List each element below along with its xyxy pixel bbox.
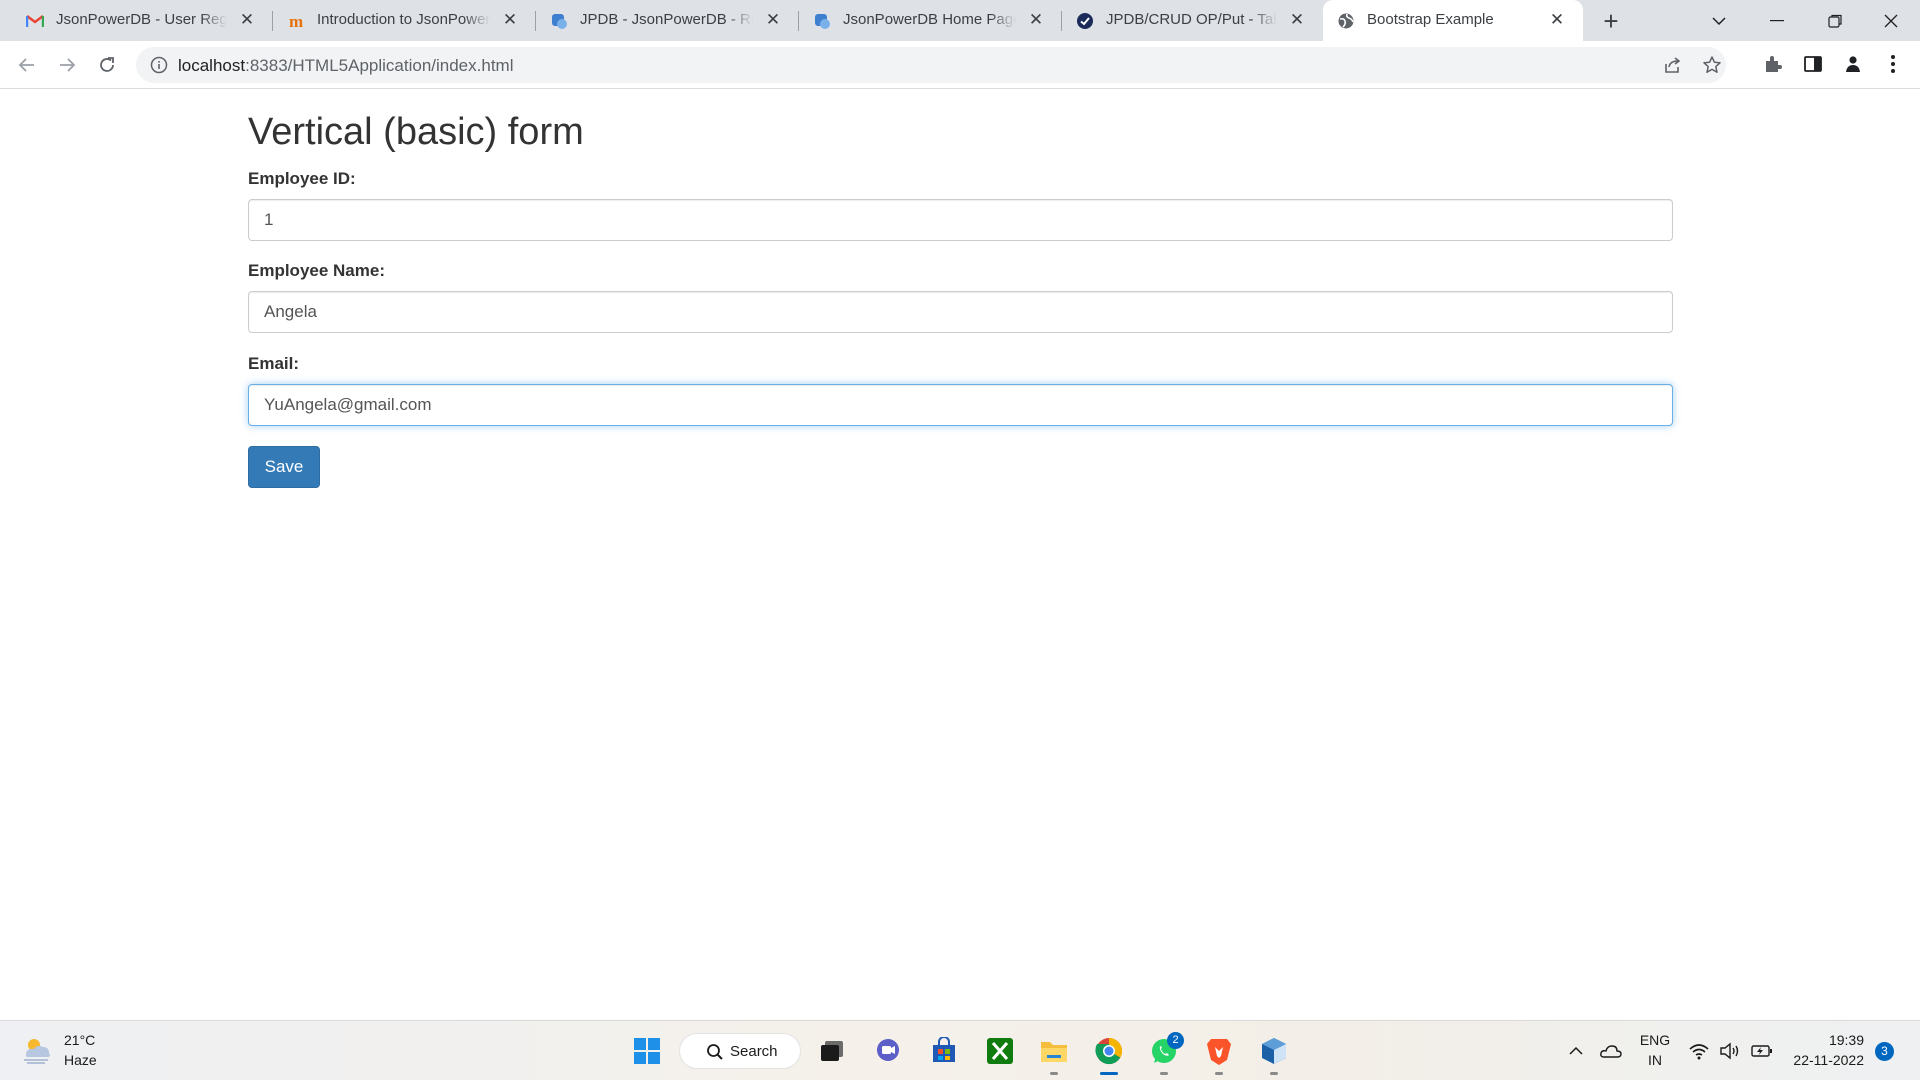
restore-icon — [1828, 14, 1842, 28]
battery-charging-icon[interactable] — [1749, 1034, 1775, 1068]
weather-description[interactable]: Haze — [64, 1052, 97, 1068]
arrow-right-icon — [60, 58, 76, 72]
language-indicator-top[interactable]: ENG — [1638, 1032, 1672, 1048]
close-window-button[interactable] — [1862, 0, 1920, 41]
weather-haze-icon[interactable] — [20, 1035, 54, 1065]
close-icon[interactable]: ✕ — [237, 10, 257, 30]
employee-id-label: Employee ID: — [248, 169, 356, 188]
wifi-icon[interactable] — [1686, 1034, 1712, 1068]
browser-toolbar: localhost:8383/HTML5Application/index.ht… — [0, 41, 1920, 89]
search-icon — [706, 1043, 724, 1066]
file-explorer-icon[interactable] — [1037, 1034, 1071, 1068]
minimize-button[interactable] — [1748, 0, 1806, 41]
close-icon[interactable]: ✕ — [500, 10, 520, 30]
tab-jpdb-rest[interactable]: JPDB - JsonPowerDB - REST ✕ — [536, 0, 799, 41]
reload-button[interactable] — [92, 50, 122, 80]
side-panel-icon[interactable] — [1800, 51, 1826, 77]
chevron-down-icon — [1712, 16, 1726, 25]
weather-temperature[interactable]: 21°C — [64, 1032, 95, 1048]
windows-taskbar: 21°C Haze Search 2 ENG IN 19:39 22-11-20… — [0, 1020, 1920, 1080]
new-tab-button[interactable]: + — [1597, 7, 1625, 35]
extensions-icon[interactable] — [1760, 51, 1786, 77]
back-button[interactable] — [12, 50, 42, 80]
chrome-icon[interactable] — [1092, 1034, 1126, 1068]
running-indicator — [1215, 1072, 1223, 1075]
email-label: Email: — [248, 354, 300, 373]
close-icon — [1884, 14, 1898, 27]
restore-button[interactable] — [1806, 0, 1864, 41]
tab-title: JsonPowerDB Home Page — [843, 11, 1016, 28]
globe-icon — [1337, 12, 1355, 30]
close-icon[interactable]: ✕ — [763, 10, 783, 30]
windows-start-icon[interactable] — [630, 1034, 664, 1068]
whatsapp-badge: 2 — [1167, 1032, 1184, 1049]
running-indicator — [1050, 1072, 1058, 1075]
active-indicator — [1100, 1072, 1118, 1075]
xbox-icon[interactable] — [983, 1034, 1017, 1068]
notification-count-badge[interactable]: 3 — [1875, 1042, 1894, 1061]
virtualbox-icon[interactable] — [1257, 1034, 1291, 1068]
close-icon[interactable]: ✕ — [1026, 10, 1046, 30]
profile-icon[interactable] — [1840, 51, 1866, 77]
gmail-icon — [26, 12, 44, 30]
employee-id-input[interactable] — [248, 199, 1673, 241]
jpdb-icon — [550, 12, 568, 30]
brave-icon[interactable] — [1202, 1034, 1236, 1068]
microsoft-store-icon[interactable] — [927, 1034, 961, 1068]
teams-chat-icon[interactable] — [871, 1034, 905, 1068]
email-input[interactable] — [248, 384, 1673, 426]
tab-jpdb-crud-put[interactable]: JPDB/CRUD OP/Put - Talent ✕ — [1062, 0, 1323, 41]
reload-icon — [100, 57, 114, 72]
tab-jsonpowerdb-user-registration[interactable]: JsonPowerDB - User Registr ✕ — [0, 0, 273, 41]
tab-search-button[interactable] — [1690, 0, 1748, 41]
tab-title: JPDB/CRUD OP/Put - Talent — [1106, 11, 1277, 28]
running-indicator — [1270, 1072, 1278, 1075]
clock-time[interactable]: 19:39 — [1784, 1032, 1864, 1048]
close-icon[interactable]: ✕ — [1287, 10, 1307, 30]
tab-jsonpowerdb-home[interactable]: JsonPowerDB Home Page ✕ — [799, 0, 1062, 41]
close-icon[interactable]: ✕ — [1547, 10, 1567, 30]
running-indicator — [1160, 1072, 1168, 1075]
url-text: localhost:8383/HTML5Application/index.ht… — [178, 56, 513, 76]
tab-bootstrap-example[interactable]: Bootstrap Example ✕ — [1323, 0, 1583, 41]
chevron-up-icon[interactable] — [1563, 1034, 1589, 1068]
page-content: Vertical (basic) form Employee ID: Emplo… — [0, 89, 1920, 1020]
tab-title: Introduction to JsonPowerD — [317, 11, 490, 28]
menu-icon[interactable] — [1880, 51, 1906, 77]
page-title: Vertical (basic) form — [248, 111, 584, 153]
task-view-icon[interactable] — [815, 1034, 849, 1068]
minimize-icon — [1770, 19, 1784, 21]
tab-strip: JsonPowerDB - User Registr ✕ m Introduct… — [0, 0, 1920, 41]
share-icon[interactable] — [1663, 56, 1683, 79]
check-circle-icon — [1076, 12, 1094, 30]
hashnode-icon: m — [289, 12, 307, 30]
arrow-left-icon — [18, 58, 34, 72]
url-path: :8383/HTML5Application/index.html — [245, 56, 514, 75]
svg-text:m: m — [289, 13, 303, 29]
jpdb-icon — [813, 12, 831, 30]
tab-title: JsonPowerDB - User Registr — [56, 11, 227, 28]
taskbar-search[interactable]: Search — [679, 1033, 801, 1069]
tab-introduction-to-jsonpowerdb[interactable]: m Introduction to JsonPowerD ✕ — [273, 0, 536, 41]
save-button[interactable]: Save — [248, 446, 320, 488]
employee-name-label: Employee Name: — [248, 261, 385, 280]
info-icon[interactable] — [150, 56, 168, 79]
tab-title: Bootstrap Example — [1367, 11, 1494, 28]
url-host: localhost — [178, 56, 246, 75]
onedrive-cloud-icon[interactable] — [1597, 1034, 1625, 1068]
language-indicator-bottom[interactable]: IN — [1638, 1052, 1672, 1068]
star-icon[interactable] — [1702, 55, 1722, 80]
volume-icon[interactable] — [1717, 1034, 1743, 1068]
tab-title: JPDB - JsonPowerDB - REST — [580, 11, 753, 28]
address-bar[interactable]: localhost:8383/HTML5Application/index.ht… — [136, 47, 1726, 83]
search-label: Search — [730, 1043, 778, 1060]
clock-date[interactable]: 22-11-2022 — [1784, 1052, 1864, 1068]
employee-name-input[interactable] — [248, 291, 1673, 333]
forward-button[interactable] — [52, 50, 82, 80]
